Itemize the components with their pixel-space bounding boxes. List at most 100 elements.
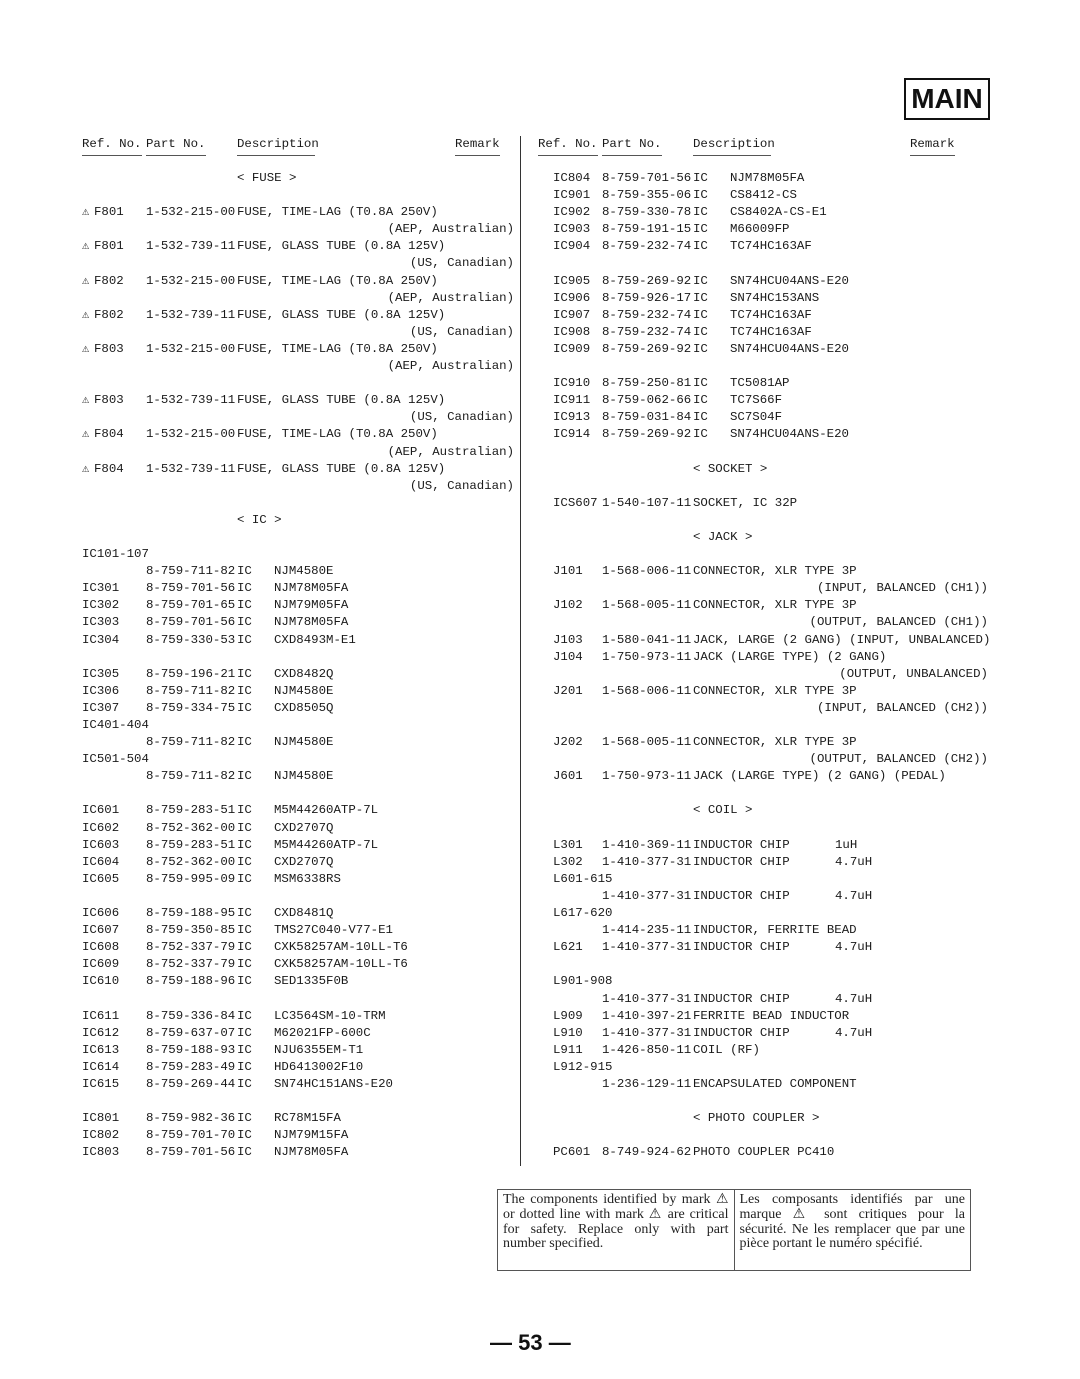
model-value: NJM4580E xyxy=(274,735,334,750)
description: CONNECTOR, XLR TYPE 3P xyxy=(693,683,857,698)
part-no: 8-759-269-92 xyxy=(602,341,692,356)
part-no: 1-532-215-00 xyxy=(146,273,236,288)
model-value: CXD8493M-E1 xyxy=(274,632,356,647)
description: IC xyxy=(237,1076,252,1091)
part-no: 1-568-005-11 xyxy=(602,598,692,613)
description: FUSE, TIME-LAG (T0.8A 250V) xyxy=(237,205,438,220)
part-no: 8-759-701-56 xyxy=(146,1145,236,1160)
part-no: 1-532-739-11 xyxy=(146,393,236,408)
part-row: IC802 8-759-701-70 IC NJM79M15FA xyxy=(82,1127,514,1144)
description: FERRITE BEAD INDUCTOR xyxy=(693,1008,850,1023)
part-row: IC302 8-759-701-65 IC NJM79M05FA xyxy=(82,597,514,614)
part-row: IC615 8-759-269-44 IC SN74HC151ANS-E20 xyxy=(82,1076,514,1093)
part-no: 8-759-188-96 xyxy=(146,974,236,989)
part-row: IC609 8-752-337-79 IC CXK58257AM-10LL-T6 xyxy=(82,956,514,973)
part-no: 8-759-701-65 xyxy=(146,598,236,613)
part-no: 8-759-196-21 xyxy=(146,666,236,681)
part-no: 8-759-336-84 xyxy=(146,1008,236,1023)
remark-line: (US, Canadian) xyxy=(409,410,514,425)
remark-line: (US, Canadian) xyxy=(409,256,514,271)
section-badge: MAIN xyxy=(904,78,990,120)
remark-line: (AEP, Australian) xyxy=(387,222,514,237)
description: IC xyxy=(237,940,252,955)
description: FUSE, TIME-LAG (T0.8A 250V) xyxy=(237,273,438,288)
part-no: 8-759-062-66 xyxy=(602,393,692,408)
ref-no-text: F803 xyxy=(94,341,124,356)
warning-triangle-icon: ⚠ xyxy=(82,273,90,288)
part-row: L901-908 xyxy=(538,973,988,990)
part-row: IC612 8-759-637-07 IC M62021FP-600C xyxy=(82,1025,514,1042)
part-row: IC902 8-759-330-78 IC CS8402A-CS-E1 xyxy=(538,204,988,221)
header-part-no: Part No. xyxy=(602,136,662,157)
part-no: 1-532-739-11 xyxy=(146,239,236,254)
ref-no: IC603 xyxy=(82,837,120,852)
model-value: 1uH xyxy=(835,837,858,852)
description: INDUCTOR CHIP xyxy=(693,1025,790,1040)
part-row: J104 1-750-973-11 JACK (LARGE TYPE) (2 GAN… xyxy=(538,649,988,666)
part-no: 8-759-330-78 xyxy=(602,205,692,220)
part-row: IC908 8-759-232-74 IC TC74HC163AF xyxy=(538,324,988,341)
model-value: SN74HCU04ANS-E20 xyxy=(730,341,849,356)
ref-no: ⚠ F801 xyxy=(82,238,124,255)
part-row: ⚠ F804 1-532-739-11 FUSE, GLASS TUBE (0.8A … xyxy=(82,461,514,478)
part-row: L910 1-410-377-31 INDUCTOR CHIP 4.7uH xyxy=(538,1025,988,1042)
ref-no: L911 xyxy=(553,1042,583,1057)
ref-no: J601 xyxy=(553,769,583,784)
description: IC xyxy=(237,957,252,972)
part-no: 8-759-250-81 xyxy=(602,376,692,391)
remark-line: (INPUT, BALANCED (CH2)) xyxy=(816,700,988,715)
part-row: IC907 8-759-232-74 IC TC74HC163AF xyxy=(538,307,988,324)
ref-no: IC609 xyxy=(82,957,120,972)
part-no: 1-540-107-11 xyxy=(602,495,692,510)
part-row: 1-410-377-31 INDUCTOR CHIP 4.7uH xyxy=(538,991,988,1008)
header-part-no: Part No. xyxy=(146,136,206,157)
category-heading: < IC > xyxy=(237,512,282,527)
description: IC xyxy=(693,393,708,408)
header-description: Description xyxy=(693,136,775,157)
description: IC xyxy=(237,871,252,886)
model-value: SED1335F0B xyxy=(274,974,349,989)
description: JACK, LARGE (2 GANG) (INPUT, UNBALANCED) xyxy=(693,632,991,647)
description: IC xyxy=(693,290,708,305)
ref-no: IC911 xyxy=(553,393,591,408)
ref-no: IC612 xyxy=(82,1025,120,1040)
ref-no: ⚠ F801 xyxy=(82,204,124,221)
model-value: NJM4580E xyxy=(274,683,334,698)
model-value: NJM78M05FA xyxy=(730,171,805,185)
ref-no: IC610 xyxy=(82,974,120,989)
model-value: TC7S66F xyxy=(730,393,783,408)
description: IC xyxy=(237,1025,252,1040)
part-no: 8-759-701-56 xyxy=(602,171,692,185)
ref-no: IC605 xyxy=(82,871,120,886)
part-row: IC801 8-759-982-36 IC RC78M15FA xyxy=(82,1110,514,1127)
model-value: NJM79M15FA xyxy=(274,1128,349,1143)
model-value: NJM79M05FA xyxy=(274,598,349,613)
ref-no: L301 xyxy=(553,837,583,852)
description: IC xyxy=(237,581,252,596)
part-row: L621 1-410-377-31 INDUCTOR CHIP 4.7uH xyxy=(538,939,988,956)
ref-no: L909 xyxy=(553,1008,583,1023)
part-no: 8-759-269-92 xyxy=(602,273,692,288)
ref-no: IC910 xyxy=(553,376,591,391)
description: IC xyxy=(693,427,708,442)
part-no: 1-568-006-11 xyxy=(602,683,692,698)
description: CONNECTOR, XLR TYPE 3P xyxy=(693,735,857,750)
ref-no: IC608 xyxy=(82,940,120,955)
part-row: PC601 8-749-924-62 PHOTO COUPLER PC410 xyxy=(538,1144,988,1161)
part-row: L911 1-426-850-11 COIL (RF) xyxy=(538,1042,988,1059)
model-value: CS8402A-CS-E1 xyxy=(730,205,827,220)
ref-no: IC909 xyxy=(553,341,591,356)
part-no: 1-236-129-11 xyxy=(602,1076,692,1091)
part-no: 8-759-982-36 xyxy=(146,1111,236,1126)
ref-no: IC305 xyxy=(82,666,120,681)
part-no: 1-410-377-31 xyxy=(602,991,692,1006)
part-row: 8-759-711-82 IC NJM4580E xyxy=(82,563,514,580)
part-no: 1-410-377-31 xyxy=(602,888,692,903)
warning-triangle-icon: ⚠ xyxy=(82,341,90,356)
ref-no-text: F802 xyxy=(94,273,124,288)
part-row: L912-915 xyxy=(538,1059,988,1076)
ref-no: IC907 xyxy=(553,307,591,322)
